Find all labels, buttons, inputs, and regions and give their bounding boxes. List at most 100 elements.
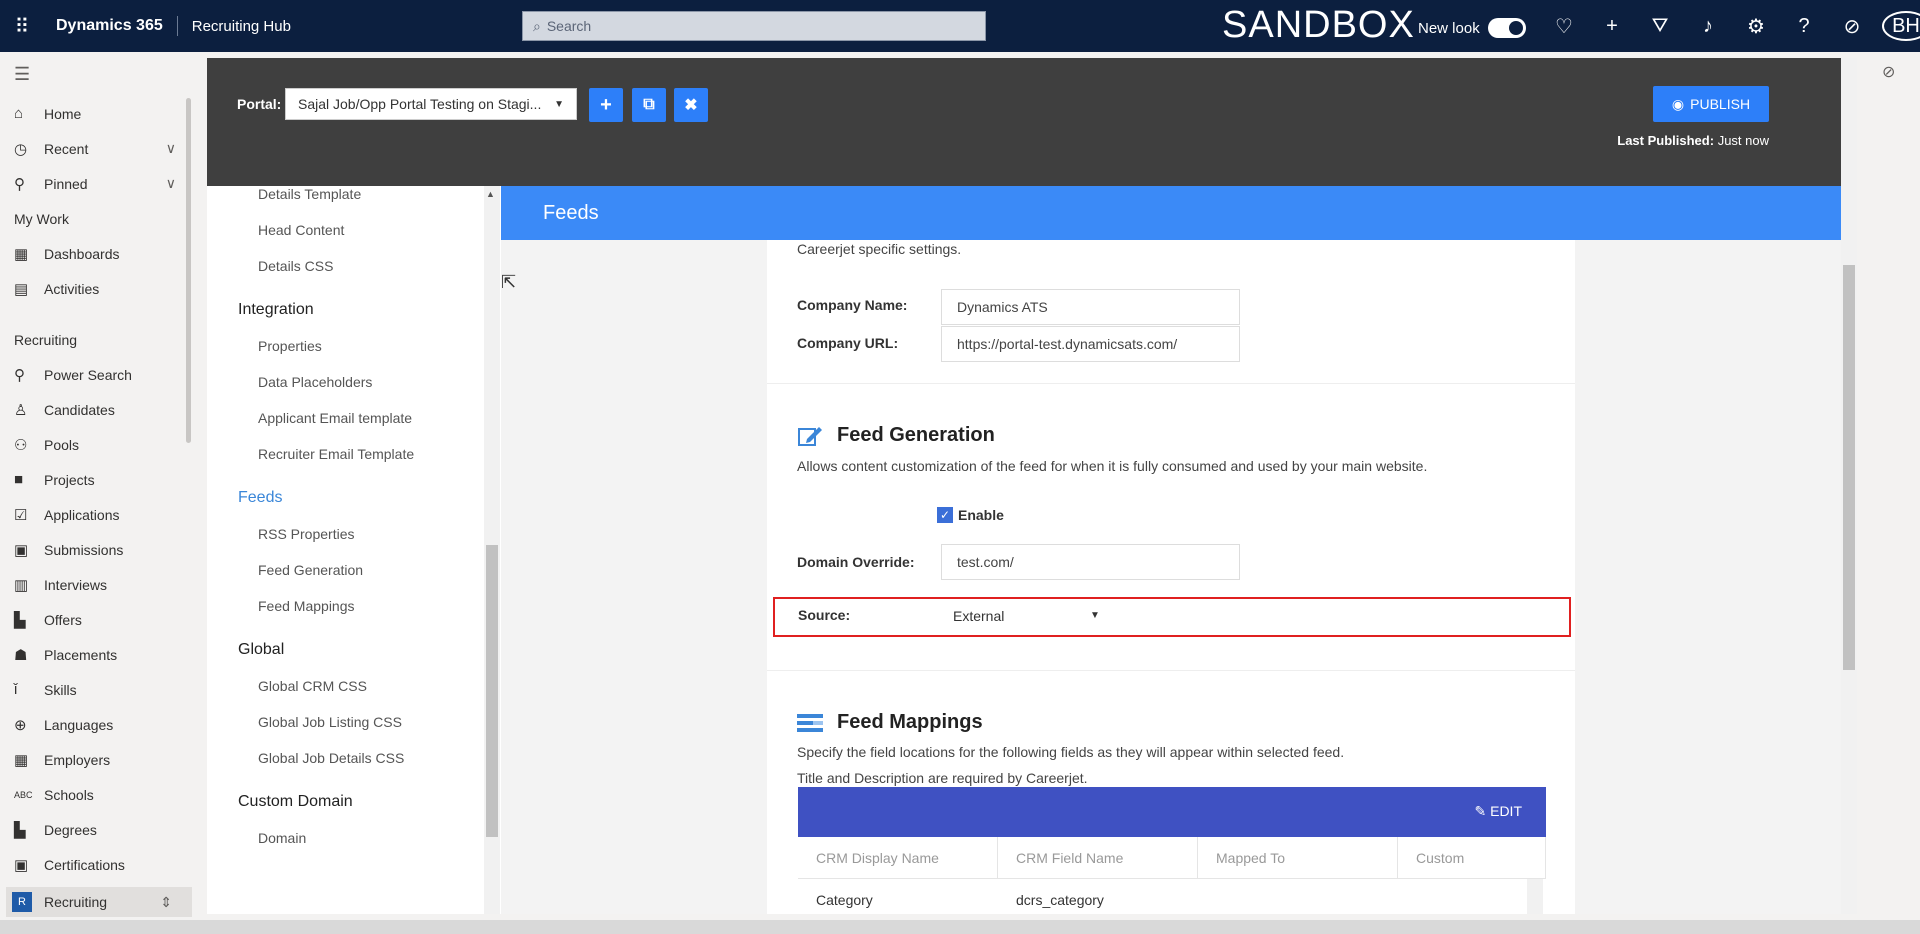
source-select[interactable]: External	[953, 608, 1004, 624]
avatar[interactable]: BH	[1882, 11, 1920, 41]
settings-item-applicant-email[interactable]: Applicant Email template	[207, 400, 501, 436]
copy-portal-button[interactable]: ⧉	[632, 88, 666, 122]
company-url-field[interactable]: https://portal-test.dynamicsats.com/	[941, 326, 1240, 362]
hamburger-icon[interactable]: ☰	[0, 52, 196, 96]
sandbox-label: SANDBOX	[1222, 4, 1415, 46]
nav-languages[interactable]: ⊕ Languages	[0, 707, 196, 742]
chevron-down-icon[interactable]: ∨	[166, 140, 176, 157]
settings-item-feed-mappings[interactable]: Feed Mappings	[207, 588, 501, 624]
nav-label: Pinned	[44, 175, 88, 192]
domain-override-field[interactable]: test.com/	[941, 544, 1240, 580]
area-switcher[interactable]: R Recruiting ⇕	[6, 887, 192, 917]
chevron-down-icon[interactable]: ∨	[166, 175, 176, 192]
nav-schools[interactable]: ABC Schools	[0, 777, 196, 812]
nav-projects[interactable]: ■ Projects	[0, 462, 196, 497]
group-icon: ⚇	[14, 436, 28, 454]
nav-dashboards[interactable]: ▦ Dashboards	[0, 236, 196, 271]
nav-submissions[interactable]: ▣ Submissions	[0, 532, 196, 567]
nav-candidates[interactable]: ♙ Candidates	[0, 392, 196, 427]
lightbulb-icon[interactable]: ♡	[1540, 14, 1588, 39]
portal-select[interactable]: Sajal Job/Opp Portal Testing on Stagi...…	[285, 88, 577, 120]
settings-item-rss-properties[interactable]: RSS Properties	[207, 516, 501, 552]
nav-label: Employers	[44, 751, 111, 768]
last-published-value: Just now	[1717, 133, 1769, 148]
id-card-icon: ▣	[14, 541, 29, 559]
column-header[interactable]: Mapped To	[1198, 837, 1398, 878]
nav-scrollbar[interactable]	[186, 98, 191, 443]
settings-item-global-job-listing-css[interactable]: Global Job Listing CSS	[207, 704, 501, 740]
bell-icon[interactable]: ♪	[1684, 15, 1732, 38]
nav-home[interactable]: ⌂ Home	[0, 96, 196, 131]
delete-portal-button[interactable]: ✖	[674, 88, 708, 122]
nav-label: Offers	[44, 611, 82, 628]
nav-applications[interactable]: ☑ Applications	[0, 497, 196, 532]
copilot-icon[interactable]: ⊘	[1862, 52, 1920, 92]
settings-item-properties[interactable]: Properties	[207, 328, 501, 364]
list-icon	[797, 713, 823, 732]
copilot-icon[interactable]: ⊘	[1828, 14, 1876, 39]
help-icon[interactable]: ?	[1780, 15, 1828, 38]
nav-label: Projects	[44, 471, 95, 488]
portal-select-value: Sajal Job/Opp Portal Testing on Stagi...	[298, 96, 542, 112]
new-look-label: New look	[1418, 19, 1480, 37]
nav-certifications[interactable]: ▣ Certifications	[0, 847, 196, 882]
edit-button[interactable]: ✎ EDIT	[1474, 803, 1522, 820]
company-name-field[interactable]: Dynamics ATS	[941, 289, 1240, 325]
column-header[interactable]: CRM Field Name	[998, 837, 1198, 878]
settings-item-domain[interactable]: Domain	[207, 820, 501, 856]
settings-section-global[interactable]: Global	[207, 632, 501, 668]
nav-interviews[interactable]: ▥ Interviews	[0, 567, 196, 602]
nav-degrees[interactable]: ▙ Degrees	[0, 812, 196, 847]
settings-item-feed-generation[interactable]: Feed Generation	[207, 552, 501, 588]
settings-item-data-placeholders[interactable]: Data Placeholders	[207, 364, 501, 400]
mouse-cursor-icon: ⇱	[501, 272, 517, 292]
new-look-toggle[interactable]: New look	[1418, 18, 1526, 38]
nav-power-search[interactable]: ⚲ Power Search	[0, 357, 196, 392]
dropdown-arrow-icon[interactable]: ▼	[1090, 610, 1100, 621]
scroll-up-arrow-icon[interactable]: ▲	[486, 189, 495, 199]
main-scroll-thumb[interactable]	[1843, 265, 1855, 670]
nav-placements[interactable]: ☗ Placements	[0, 637, 196, 672]
settings-section-custom-domain[interactable]: Custom Domain	[207, 784, 501, 820]
nav-label: Home	[44, 105, 82, 122]
search-placeholder: Search	[546, 18, 592, 34]
settings-item-recruiter-email[interactable]: Recruiter Email Template	[207, 436, 501, 472]
table-scrollbar[interactable]	[1527, 879, 1543, 914]
settings-item-details-template[interactable]: Details Template	[207, 186, 501, 212]
settings-item-head-content[interactable]: Head Content	[207, 212, 501, 248]
settings-item-global-crm-css[interactable]: Global CRM CSS	[207, 668, 501, 704]
gear-icon[interactable]: ⚙	[1732, 14, 1780, 39]
settings-item-details-css[interactable]: Details CSS	[207, 248, 501, 284]
portal-label: Portal:	[237, 96, 282, 112]
toggle-switch[interactable]	[1487, 18, 1526, 38]
table-row[interactable]: Category dcrs_category	[798, 879, 1546, 921]
app-name[interactable]: Recruiting Hub	[178, 18, 508, 35]
add-portal-button[interactable]: +	[589, 88, 623, 122]
nav-pinned[interactable]: ⚲ Pinned ∨	[0, 166, 196, 201]
settings-section-feeds[interactable]: Feeds	[207, 480, 501, 516]
nav-pools[interactable]: ⚇ Pools	[0, 427, 196, 462]
nav-activities[interactable]: ▤ Activities	[0, 271, 196, 306]
nav-offers[interactable]: ▙ Offers	[0, 602, 196, 637]
filter-icon[interactable]: ⛛	[1636, 15, 1684, 38]
nav-label: Applications	[44, 506, 120, 523]
column-header[interactable]: Custom	[1398, 837, 1546, 878]
table-cell	[1398, 879, 1528, 921]
checkbox-icon: ☑	[14, 506, 28, 524]
plus-icon[interactable]: +	[1588, 15, 1636, 38]
app-launcher-icon[interactable]: ⠿	[0, 0, 44, 52]
enable-checkbox[interactable]: ✓	[937, 507, 953, 523]
settings-section-integration[interactable]: Integration	[207, 292, 501, 328]
column-header[interactable]: CRM Display Name	[798, 837, 998, 878]
brand-name[interactable]: Dynamics 365	[44, 16, 178, 36]
nav-recent[interactable]: ◷ Recent ∨	[0, 131, 196, 166]
nav-label: Placements	[44, 646, 118, 663]
nav-label: Certifications	[44, 856, 125, 873]
nav-employers[interactable]: ▦ Employers	[0, 742, 196, 777]
nav-skills[interactable]: ǐ Skills	[0, 672, 196, 707]
settings-scroll-thumb[interactable]	[486, 545, 498, 837]
search-box[interactable]: ⌕ Search	[522, 11, 986, 41]
publish-button[interactable]: ◉ PUBLISH	[1653, 86, 1769, 122]
settings-item-global-job-details-css[interactable]: Global Job Details CSS	[207, 740, 501, 776]
page-title: Feeds	[543, 201, 599, 224]
